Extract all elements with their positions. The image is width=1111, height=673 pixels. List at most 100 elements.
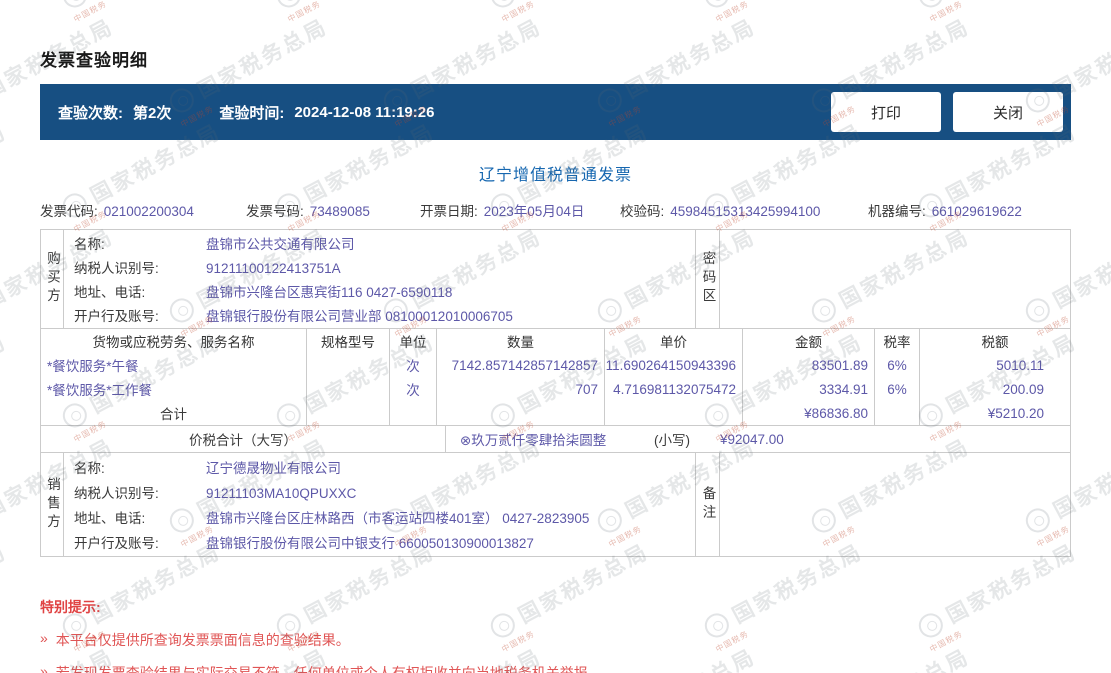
seller-bank-label: 开户行及账号: [74, 536, 159, 551]
invoice-number-label: 发票号码: [246, 204, 304, 219]
item-tax-rate: 6% [875, 377, 920, 401]
items-total-qty [437, 401, 605, 425]
top-bar: 查验次数: 第2次 查验时间: 2024-12-08 11:19:26 打印 关… [40, 84, 1071, 140]
header-quantity: 数量 [437, 329, 605, 353]
item-tax-rate: 6% [875, 353, 920, 377]
invoice-code: 发票代码: 021002200304 [40, 200, 246, 220]
check-count-value: 第2次 [133, 104, 172, 122]
invoice-code-label: 发票代码: [40, 204, 98, 219]
sum-uppercase-amount: ⊗玖万贰仟零肆拾柒圆整 [460, 433, 607, 448]
buyer-taxid-row: 纳税人识别号: 91211100122413751A [74, 257, 695, 280]
sum-label: 价税合计（大写） [41, 426, 446, 452]
note-text: 若发现发票查验结果与实际交易不符，任何单位或个人有权拒收并向当地税务机关举报。 [55, 665, 602, 673]
seller-side-label: 销售方 [45, 476, 60, 533]
buyer-name-label: 名称: [74, 237, 105, 253]
topbar-buttons: 打印 关闭 [831, 92, 1063, 132]
seller-address-label: 地址、电话: [74, 511, 146, 526]
machine-number: 机器编号: 661029619622 [868, 200, 1071, 220]
seller-taxid-value: 91211103MA10QPUXXC [206, 486, 357, 501]
print-button[interactable]: 打印 [831, 92, 941, 132]
page-title: 发票查验明细 [40, 51, 148, 70]
check-count-label: 查验次数: [58, 104, 123, 122]
invoice-date-value: 2023年05月04日 [483, 204, 585, 219]
item-tax-amount: 200.09 [1002, 381, 1044, 397]
seller-address-value: 盘锦市兴隆台区庄林路西（市客运站四楼401室） 0427-2823905 [206, 511, 590, 526]
bullet-icon: » [40, 630, 48, 646]
seller-section: 销售方 名称: 辽宁德晟物业有限公司 纳税人识别号: 91211103MA10Q… [40, 452, 1071, 557]
items-total-rate [875, 401, 920, 425]
note-line: » 若发现发票查验结果与实际交易不符，任何单位或个人有权拒收并向当地税务机关举报… [40, 663, 1071, 673]
check-time: 查验时间: 2024-12-08 11:19:26 [219, 102, 434, 123]
check-count: 查验次数: 第2次 [58, 102, 171, 123]
header-tax-amount: 税额 [981, 335, 1009, 350]
buyer-section: 购买方 名称: 盘锦市公共交通有限公司 纳税人识别号: 912111001224… [40, 229, 1071, 329]
buyer-side-label-cell: 购买方 [41, 230, 64, 328]
machine-number-value: 661029619622 [931, 204, 1022, 219]
buyer-name-value: 盘锦市公共交通有限公司 [206, 237, 355, 253]
seller-info: 名称: 辽宁德晟物业有限公司 纳税人识别号: 91211103MA10QPUXX… [64, 453, 695, 556]
header-amount: 金额 [743, 329, 875, 353]
buyer-address-label: 地址、电话: [74, 284, 146, 300]
buyer-taxid-value: 91211100122413751A [206, 261, 341, 277]
items-total-row: 合计 ¥86836.80 ¥5210.20 [41, 401, 1070, 425]
sum-lowercase-value: ¥92047.00 [720, 431, 784, 447]
items-header-row: 货物或应税劳务、服务名称 规格型号 单位 数量 单价 金额 税率 税额 [41, 329, 1070, 353]
seller-name-value: 辽宁德晟物业有限公司 [206, 461, 341, 476]
sum-row: 价税合计（大写） ⊗玖万贰仟零肆拾柒圆整 (小写) ¥92047.00 [40, 425, 1071, 453]
item-amount: 83501.89 [743, 353, 875, 377]
note-text: 本平台仅提供所查询发票票面信息的查验结果。 [55, 632, 350, 648]
check-time-value: 2024-12-08 11:19:26 [294, 103, 435, 121]
header-unit-price: 单价 [605, 329, 743, 353]
items-table: 货物或应税劳务、服务名称 规格型号 单位 数量 单价 金额 税率 税额 *餐饮服… [40, 328, 1071, 426]
check-code: 校验码: 45984515313425994100 [620, 200, 868, 220]
buyer-name-row: 名称: 盘锦市公共交通有限公司 [74, 233, 695, 256]
item-tax-amount: 5010.11 [996, 357, 1044, 373]
sum-lowercase: (小写) ¥92047.00 [626, 429, 1070, 449]
password-area-label-cell: 密码区 [695, 230, 720, 328]
buyer-taxid-label: 纳税人识别号: [74, 261, 159, 277]
remark-label: 备注 [700, 486, 716, 523]
buyer-side-label: 购买方 [45, 251, 60, 307]
items-total-spec [307, 401, 390, 425]
check-code-label: 校验码: [620, 204, 665, 219]
invoice-verification-page: 中国税务国家税务总局中国税务国家税务总局中国税务国家税务总局中国税务国家税务总局… [0, 0, 1111, 673]
seller-bank-value: 盘锦银行股份有限公司中银支行 660050130900013827 [206, 536, 534, 551]
buyer-bank-row: 开户行及账号: 盘锦银行股份有限公司营业部 08100012010006705 [74, 305, 695, 328]
remark-label-cell: 备注 [695, 453, 720, 556]
seller-name-row: 名称: 辽宁德晟物业有限公司 [74, 457, 695, 480]
item-row: *餐饮服务*工作餐 次 707 4.716981132075472 3334.9… [41, 377, 1070, 401]
invoice-date-label: 开票日期: [420, 204, 478, 219]
check-code-value: 45984515313425994100 [670, 204, 821, 219]
header-tax-rate: 税率 [875, 329, 920, 353]
header-spec: 规格型号 [307, 329, 390, 353]
item-quantity: 707 [437, 377, 605, 401]
invoice-number: 发票号码: 73489085 [246, 200, 420, 220]
item-spec [307, 377, 390, 401]
invoice-number-value: 73489085 [309, 204, 370, 219]
item-unit-price: 11.690264150943396 [605, 353, 743, 377]
item-row: *餐饮服务*午餐 次 7142.857142857142857 11.69026… [41, 353, 1070, 377]
seller-bank-row: 开户行及账号: 盘锦银行股份有限公司中银支行 66005013090001382… [74, 532, 695, 555]
item-quantity: 7142.857142857142857 [437, 353, 605, 377]
items-total-label: 合计 [41, 401, 307, 425]
buyer-address-value: 盘锦市兴隆台区惠宾街116 0427-6590118 [206, 284, 453, 300]
close-button[interactable]: 关闭 [953, 92, 1063, 132]
special-notes: 特别提示: » 本平台仅提供所查询发票票面信息的查验结果。 » 若发现发票查验结… [40, 597, 1071, 673]
note-line: » 本平台仅提供所查询发票票面信息的查验结果。 [40, 630, 1071, 650]
machine-number-label: 机器编号: [868, 204, 926, 219]
item-amount: 3334.91 [743, 377, 875, 401]
item-unit: 次 [390, 377, 437, 401]
item-goods-name: *餐饮服务*工作餐 [41, 377, 307, 401]
seller-taxid-row: 纳税人识别号: 91211103MA10QPUXXC [74, 482, 695, 505]
buyer-info: 名称: 盘锦市公共交通有限公司 纳税人识别号: 9121110012241375… [64, 230, 695, 328]
password-area [720, 230, 1070, 328]
password-area-label: 密码区 [700, 251, 716, 307]
item-goods-name: *餐饮服务*午餐 [41, 353, 307, 377]
header-goods-name: 货物或应税劳务、服务名称 [41, 329, 307, 353]
items-total-amount: ¥86836.80 [743, 401, 875, 425]
seller-name-label: 名称: [74, 461, 105, 476]
items-total-unit [390, 401, 437, 425]
item-unit: 次 [390, 353, 437, 377]
buyer-bank-value: 盘锦银行股份有限公司营业部 08100012010006705 [206, 308, 513, 324]
seller-taxid-label: 纳税人识别号: [74, 486, 159, 501]
